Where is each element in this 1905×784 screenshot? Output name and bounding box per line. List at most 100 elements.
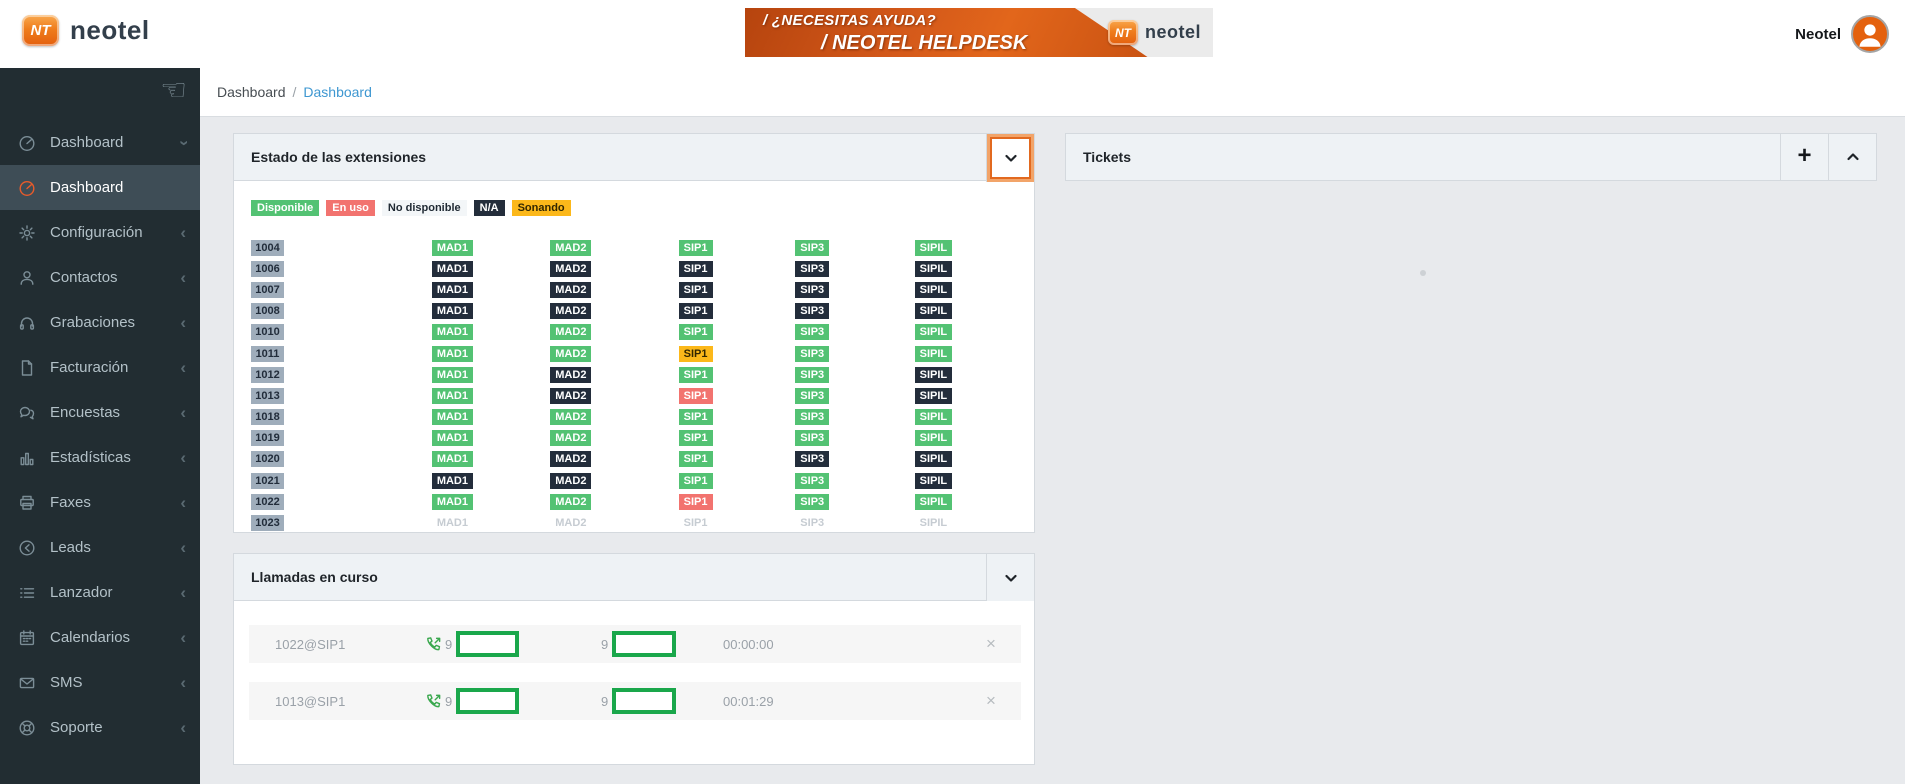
redacted-number-box [612, 688, 676, 714]
extension-status-badge: SIPIL [915, 409, 953, 425]
breadcrumb-current[interactable]: Dashboard [303, 84, 372, 100]
extension-status-badge: SIPIL [915, 388, 953, 404]
extension-row: 1022MAD1MAD2SIP1SIP3SIPIL [251, 490, 1034, 511]
breadcrumb-separator: / [293, 84, 297, 100]
sidebar-item-lanzador[interactable]: Lanzador‹ [0, 570, 200, 615]
extension-status-badge: SIP3 [795, 346, 829, 362]
extension-row: 1008MAD1MAD2SIP1SIP3SIPIL [251, 300, 1034, 321]
extension-status-badge: MAD2 [550, 282, 591, 298]
extension-status-badge: MAD2 [550, 324, 591, 340]
calls-list: 1022@SIP19900:00:00×1013@SIP19900:01:29× [234, 601, 1034, 720]
extension-status-badge: SIPIL [915, 303, 953, 319]
hand-icon[interactable]: ☜ [160, 76, 187, 106]
sidebar-item-leads[interactable]: Leads‹ [0, 525, 200, 570]
extension-status-badge: SIPIL [915, 494, 953, 510]
sidebar-item-calendarios[interactable]: Calendarios‹ [0, 615, 200, 660]
chevron-down-icon [1003, 150, 1019, 166]
call-duration: 00:00:00 [723, 637, 961, 652]
outgoing-call-icon [425, 636, 442, 653]
extension-status-badge: SIPIL [915, 430, 953, 446]
extension-status-badge: MAD2 [550, 388, 591, 404]
extension-status-badge: SIP1 [679, 240, 713, 256]
neotel-logo-icon: NT [22, 15, 59, 46]
extension-status-badge: SIP1 [679, 324, 713, 340]
file-icon [18, 359, 36, 377]
sidebar-item-faxes[interactable]: Faxes‹ [0, 480, 200, 525]
tickets-add-button[interactable]: + [1780, 134, 1828, 180]
user-menu[interactable]: Neotel [1795, 15, 1889, 53]
extension-status-badge: SIP3 [795, 515, 829, 531]
extension-row: 1019MAD1MAD2SIP1SIP3SIPIL [251, 427, 1034, 448]
status-legend: DisponibleEn usoNo disponibleN/ASonando [251, 200, 1034, 216]
call-to-prefix: 9 [601, 694, 608, 709]
sidebar-item-soporte[interactable]: Soporte‹ [0, 705, 200, 750]
chevron-left-icon: ‹ [180, 583, 186, 603]
legend-ringing: Sonando [512, 200, 571, 216]
extension-row: 1021MAD1MAD2SIP1SIP3SIPIL [251, 469, 1034, 490]
chevron-down-icon: ‹ [173, 140, 193, 146]
extension-status-badge: MAD2 [550, 515, 591, 531]
extension-row: 1018MAD1MAD2SIP1SIP3SIPIL [251, 406, 1034, 427]
breadcrumb-root[interactable]: Dashboard [217, 84, 286, 100]
sidebar-item-contactos[interactable]: Contactos‹ [0, 255, 200, 300]
extensions-collapse-button[interactable] [986, 134, 1034, 182]
extension-status-badge: MAD1 [432, 473, 473, 489]
tickets-panel-header: Tickets + [1066, 134, 1876, 180]
chevron-down-icon [1003, 570, 1019, 586]
chat-icon [18, 404, 36, 422]
extension-number: 1022 [251, 494, 284, 510]
chevron-left-icon: ‹ [180, 358, 186, 378]
extension-status-badge: MAD2 [550, 430, 591, 446]
sidebar-item-estadísticas[interactable]: Estadísticas‹ [0, 435, 200, 480]
extension-number: 1023 [251, 515, 284, 531]
banner-line1: / ¿NECESITAS AYUDA? [763, 12, 1027, 31]
extensions-panel: Estado de las extensiones DisponibleEn u… [233, 133, 1035, 533]
sidebar-item-facturación[interactable]: Facturación‹ [0, 345, 200, 390]
user-name: Neotel [1795, 26, 1841, 43]
extension-status-badge: MAD1 [432, 346, 473, 362]
envelope-icon [18, 674, 36, 692]
chevron-left-icon: ‹ [180, 493, 186, 513]
breadcrumb: Dashboard / Dashboard [200, 68, 1905, 117]
gauge-icon [18, 134, 36, 152]
extension-number: 1012 [251, 367, 284, 383]
extension-number: 1011 [251, 346, 284, 362]
extension-status-badge: SIP1 [679, 473, 713, 489]
extension-status-badge: MAD2 [550, 346, 591, 362]
call-caller: 1013@SIP1 [275, 694, 425, 709]
sidebar-item-configuración[interactable]: Configuración‹ [0, 210, 200, 255]
call-row: 1013@SIP19900:01:29× [249, 682, 1021, 720]
tickets-collapse-button[interactable] [1828, 134, 1876, 180]
extension-status-badge: SIP3 [795, 261, 829, 277]
app-logo[interactable]: NT neotel [22, 15, 150, 46]
extension-status-badge: MAD2 [550, 367, 591, 383]
sidebar-item-encuestas[interactable]: Encuestas‹ [0, 390, 200, 435]
legend-na: N/A [474, 200, 505, 216]
extension-status-badge: SIPIL [915, 451, 953, 467]
extension-status-badge: SIP3 [795, 282, 829, 298]
sidebar-item-sms[interactable]: SMS‹ [0, 660, 200, 705]
call-close-icon[interactable]: × [961, 691, 1021, 711]
extension-status-badge: SIP3 [795, 240, 829, 256]
extension-status-badge: SIP1 [679, 494, 713, 510]
helpdesk-banner[interactable]: / ¿NECESITAS AYUDA? / NEOTEL HELPDESK NT… [745, 8, 1213, 57]
extension-number: 1008 [251, 303, 284, 319]
redacted-number-box [456, 631, 519, 657]
extension-status-badge: SIPIL [915, 367, 953, 383]
extension-status-badge: SIPIL [915, 261, 953, 277]
extension-status-badge: MAD2 [550, 240, 591, 256]
extension-status-badge: MAD1 [432, 324, 473, 340]
extension-status-badge: SIP3 [795, 473, 829, 489]
extension-status-badge: SIP1 [679, 451, 713, 467]
content-area: Dashboard / Dashboard Estado de las exte… [200, 68, 1905, 784]
extension-status-badge: SIPIL [915, 346, 953, 362]
sidebar-item-dashboard-sub[interactable]: Dashboard [0, 165, 200, 210]
sidebar-item-grabaciones[interactable]: Grabaciones‹ [0, 300, 200, 345]
sidebar-item-dashboard[interactable]: Dashboard‹ [0, 120, 200, 165]
call-close-icon[interactable]: × [961, 634, 1021, 654]
extension-status-badge: SIP3 [795, 367, 829, 383]
chevron-left-icon: ‹ [180, 223, 186, 243]
extension-row: 1020MAD1MAD2SIP1SIP3SIPIL [251, 448, 1034, 469]
calls-collapse-button[interactable] [986, 554, 1034, 601]
extension-status-badge: SIPIL [915, 282, 953, 298]
